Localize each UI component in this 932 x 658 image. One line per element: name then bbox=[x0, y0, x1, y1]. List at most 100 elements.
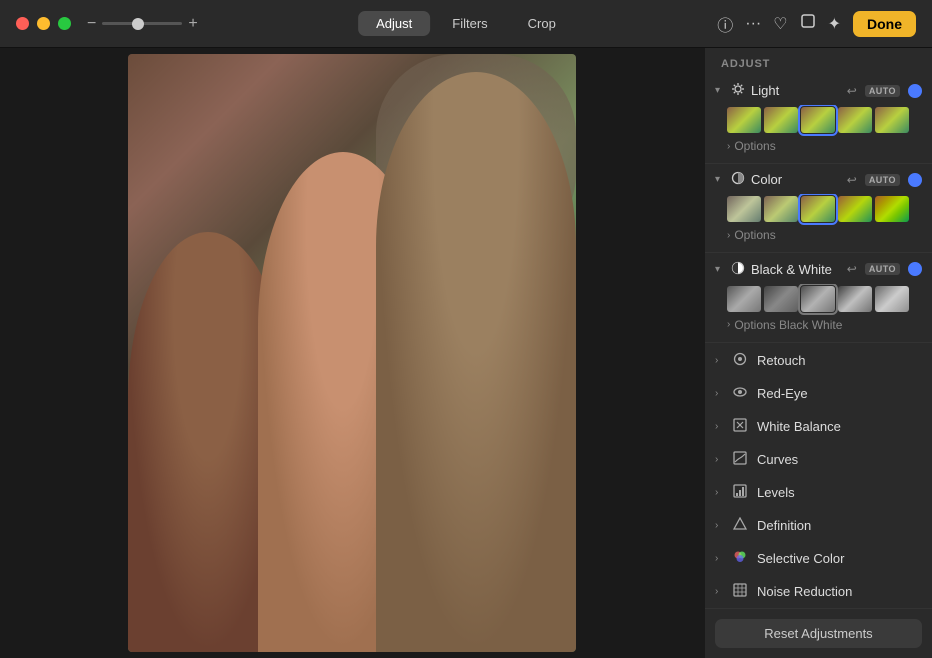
sidebar-item-retouch[interactable]: › Retouch bbox=[705, 344, 932, 377]
more-options-icon[interactable]: ··· bbox=[745, 15, 761, 33]
titlebar: − + Adjust Filters Crop ⓘ ··· ♡ ✦ Done bbox=[0, 0, 932, 48]
done-button[interactable]: Done bbox=[853, 11, 916, 37]
bw-chevron-icon: ▾ bbox=[715, 264, 727, 275]
zoom-in-icon: + bbox=[188, 15, 197, 33]
section-light-header[interactable]: ▾ Light ↩ AUTO bbox=[705, 76, 932, 105]
whitebalance-chevron-icon: › bbox=[715, 421, 727, 432]
color-options-label: › Options bbox=[727, 228, 922, 242]
color-auto-badge[interactable]: AUTO bbox=[865, 174, 900, 186]
sidebar-item-selectivecolor[interactable]: › Selective Color bbox=[705, 542, 932, 575]
bw-auto-badge[interactable]: AUTO bbox=[865, 263, 900, 275]
whitebalance-icon bbox=[731, 418, 749, 435]
light-thumb-4[interactable] bbox=[875, 107, 909, 133]
color-thumb-0[interactable] bbox=[727, 196, 761, 222]
zoom-slider-area: − + bbox=[87, 15, 198, 33]
titlebar-actions: ⓘ ··· ♡ ✦ Done bbox=[717, 11, 916, 37]
light-options-chevron-icon: › bbox=[727, 141, 730, 152]
color-thumb-2[interactable] bbox=[801, 196, 835, 222]
color-undo-icon[interactable]: ↩ bbox=[847, 173, 857, 187]
photo-area bbox=[0, 48, 704, 658]
color-section-title: Color bbox=[751, 172, 843, 187]
levels-label: Levels bbox=[757, 485, 795, 500]
sidebar-item-levels[interactable]: › Levels bbox=[705, 476, 932, 509]
bw-section-title: Black & White bbox=[751, 262, 843, 277]
tab-adjust[interactable]: Adjust bbox=[358, 11, 430, 36]
sidebar-item-curves[interactable]: › Curves bbox=[705, 443, 932, 476]
traffic-lights bbox=[16, 17, 71, 30]
bw-thumb-0[interactable] bbox=[727, 286, 761, 312]
light-thumb-3[interactable] bbox=[838, 107, 872, 133]
section-bw: ▾ Black & White ↩ AUTO bbox=[705, 255, 932, 340]
color-options-chevron-icon: › bbox=[727, 230, 730, 241]
person-right-body bbox=[376, 72, 576, 652]
whitebalance-label: White Balance bbox=[757, 419, 841, 434]
bw-thumb-4[interactable] bbox=[875, 286, 909, 312]
crop-icon[interactable] bbox=[800, 13, 816, 34]
color-circle-icon bbox=[731, 171, 745, 188]
color-thumb-1[interactable] bbox=[764, 196, 798, 222]
minimize-button[interactable] bbox=[37, 17, 50, 30]
redeye-chevron-icon: › bbox=[715, 388, 727, 399]
noisereduction-icon bbox=[731, 583, 749, 600]
heart-icon[interactable]: ♡ bbox=[773, 14, 787, 34]
close-button[interactable] bbox=[16, 17, 29, 30]
section-bw-header[interactable]: ▾ Black & White ↩ AUTO bbox=[705, 255, 932, 284]
color-options-row[interactable]: › Options bbox=[705, 226, 932, 248]
light-thumb-2[interactable] bbox=[801, 107, 835, 133]
sidebar-item-redeye[interactable]: › Red-Eye bbox=[705, 377, 932, 410]
sidebar-item-noisereduction[interactable]: › Noise Reduction bbox=[705, 575, 932, 608]
photo-image bbox=[128, 54, 576, 652]
bw-toggle[interactable] bbox=[908, 262, 922, 276]
light-thumbnails bbox=[705, 105, 932, 137]
light-sun-icon bbox=[731, 82, 745, 99]
bw-options-chevron-icon: › bbox=[727, 319, 730, 330]
tab-crop[interactable]: Crop bbox=[510, 11, 574, 36]
bw-undo-icon[interactable]: ↩ bbox=[847, 262, 857, 276]
magic-wand-icon[interactable]: ✦ bbox=[828, 14, 841, 34]
color-toggle[interactable] bbox=[908, 173, 922, 187]
definition-chevron-icon: › bbox=[715, 520, 727, 531]
bw-thumb-2[interactable] bbox=[801, 286, 835, 312]
retouch-icon bbox=[731, 352, 749, 369]
redeye-icon bbox=[731, 385, 749, 402]
light-auto-badge[interactable]: AUTO bbox=[865, 85, 900, 97]
section-color-header[interactable]: ▾ Color ↩ AUTO bbox=[705, 165, 932, 194]
noisereduction-chevron-icon: › bbox=[715, 586, 727, 597]
section-color: ▾ Color ↩ AUTO bbox=[705, 165, 932, 250]
bw-thumbnails bbox=[705, 284, 932, 316]
definition-icon bbox=[731, 517, 749, 534]
definition-label: Definition bbox=[757, 518, 811, 533]
color-thumb-3[interactable] bbox=[838, 196, 872, 222]
light-chevron-icon: ▾ bbox=[715, 85, 727, 96]
tab-filters[interactable]: Filters bbox=[434, 11, 505, 36]
nav-tabs: Adjust Filters Crop bbox=[358, 11, 574, 36]
bw-thumb-3[interactable] bbox=[838, 286, 872, 312]
selectivecolor-icon bbox=[731, 550, 749, 567]
light-toggle[interactable] bbox=[908, 84, 922, 98]
light-options-label: › Options bbox=[727, 139, 922, 153]
sidebar-item-whitebalance[interactable]: › White Balance bbox=[705, 410, 932, 443]
main-content: Adjust ▾ bbox=[0, 48, 932, 658]
sidebar: Adjust ▾ bbox=[704, 48, 932, 658]
levels-chevron-icon: › bbox=[715, 487, 727, 498]
maximize-button[interactable] bbox=[58, 17, 71, 30]
levels-icon bbox=[731, 484, 749, 501]
section-light: ▾ Light ↩ AUTO bbox=[705, 76, 932, 161]
bw-options-label: › Options Black White bbox=[727, 318, 922, 332]
reset-adjustments-button[interactable]: Reset Adjustments bbox=[715, 619, 922, 648]
bw-options-row[interactable]: › Options Black White bbox=[705, 316, 932, 338]
light-undo-icon[interactable]: ↩ bbox=[847, 84, 857, 98]
photo-container bbox=[128, 54, 576, 652]
bw-thumb-1[interactable] bbox=[764, 286, 798, 312]
light-options-row[interactable]: › Options bbox=[705, 137, 932, 159]
info-icon[interactable]: ⓘ bbox=[717, 12, 733, 36]
curves-chevron-icon: › bbox=[715, 454, 727, 465]
light-thumb-0[interactable] bbox=[727, 107, 761, 133]
sidebar-item-definition[interactable]: › Definition bbox=[705, 509, 932, 542]
bw-halfcircle-icon bbox=[731, 261, 745, 278]
selectivecolor-label: Selective Color bbox=[757, 551, 844, 566]
light-thumb-1[interactable] bbox=[764, 107, 798, 133]
zoom-slider-track[interactable] bbox=[102, 22, 182, 25]
color-thumb-4[interactable] bbox=[875, 196, 909, 222]
retouch-label: Retouch bbox=[757, 353, 805, 368]
